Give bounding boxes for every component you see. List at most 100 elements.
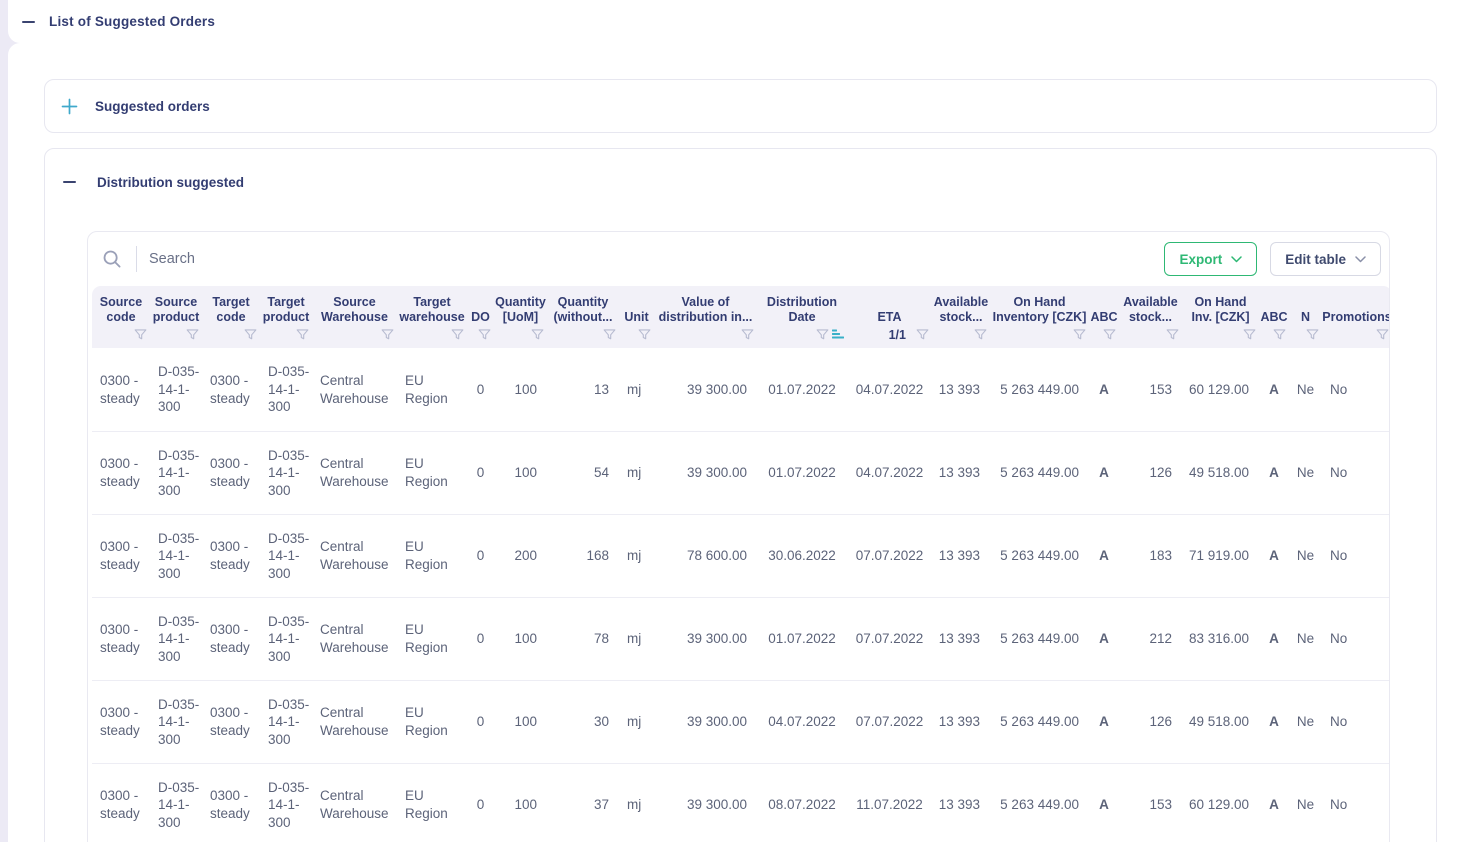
data-grid: Export Edit table Source codeSource prod… xyxy=(87,231,1390,842)
table-cell: 0300 - steady xyxy=(92,514,150,597)
column-header-label: Quantity (without... xyxy=(547,286,619,324)
column-header[interactable]: Quantity [UoM] xyxy=(494,286,547,348)
table-cell: D-035-14-1-300 xyxy=(260,514,312,597)
column-header[interactable]: N xyxy=(1289,286,1322,348)
search-icon xyxy=(102,249,122,269)
filter-icon[interactable] xyxy=(1103,329,1116,341)
table-cell: Ne xyxy=(1289,763,1322,842)
table-cell: 5 263 449.00 xyxy=(990,348,1089,431)
filter-icon[interactable] xyxy=(531,329,544,341)
column-header-label: Target product xyxy=(260,286,312,324)
divider xyxy=(136,246,137,272)
table-cell: 0300 - steady xyxy=(92,597,150,680)
table-cell: 0 xyxy=(467,431,494,514)
column-header[interactable]: ABC xyxy=(1089,286,1119,348)
column-header[interactable]: ABC xyxy=(1259,286,1289,348)
table-row[interactable]: 0300 - steadyD-035-14-1-3000300 - steady… xyxy=(92,431,1390,514)
column-header[interactable]: Quantity (without... xyxy=(547,286,619,348)
table-cell: mj xyxy=(619,431,654,514)
column-header-label: Promotions xyxy=(1322,286,1390,324)
filter-icon[interactable] xyxy=(244,329,257,341)
table-cell: 13 xyxy=(547,348,619,431)
table-cell: D-035-14-1-300 xyxy=(260,763,312,842)
filter-icon[interactable] xyxy=(381,329,394,341)
filter-icon[interactable] xyxy=(134,329,147,341)
table-cell: A xyxy=(1259,680,1289,763)
table-cell: Central Warehouse xyxy=(312,514,397,597)
table-cell: 04.07.2022 xyxy=(847,348,932,431)
table-cell: mj xyxy=(619,680,654,763)
filter-icon[interactable] xyxy=(1243,329,1256,341)
edit-table-button[interactable]: Edit table xyxy=(1270,242,1381,276)
export-button[interactable]: Export xyxy=(1164,242,1257,276)
filter-icon[interactable] xyxy=(603,329,616,341)
filter-icon[interactable] xyxy=(1306,329,1319,341)
table-cell: D-035-14-1-300 xyxy=(260,680,312,763)
column-header[interactable]: Promotions xyxy=(1322,286,1390,348)
table-row[interactable]: 0300 - steadyD-035-14-1-3000300 - steady… xyxy=(92,514,1390,597)
filter-icon[interactable] xyxy=(296,329,309,341)
column-header[interactable]: Value of distribution in... xyxy=(654,286,757,348)
distribution-suggested-card: Distribution suggested Export xyxy=(44,148,1437,842)
filter-icon[interactable] xyxy=(974,329,987,341)
expand-suggested-orders-button[interactable] xyxy=(58,95,80,117)
table-row[interactable]: 0300 - steadyD-035-14-1-3000300 - steady… xyxy=(92,680,1390,763)
table-row[interactable]: 0300 - steadyD-035-14-1-3000300 - steady… xyxy=(92,348,1390,431)
table-cell: mj xyxy=(619,763,654,842)
table-cell: EU Region xyxy=(397,680,467,763)
table-cell: 126 xyxy=(1119,431,1182,514)
filter-icon[interactable] xyxy=(916,329,929,341)
column-header[interactable]: DO xyxy=(467,286,494,348)
filter-icon[interactable] xyxy=(1273,329,1286,341)
column-header[interactable]: Source product xyxy=(150,286,202,348)
chevron-down-icon xyxy=(1231,256,1242,263)
column-header[interactable]: Target warehouse xyxy=(397,286,467,348)
column-header[interactable]: Target product xyxy=(260,286,312,348)
column-header[interactable]: On Hand Inv. [CZK] xyxy=(1182,286,1259,348)
column-header[interactable]: Distribution Date xyxy=(757,286,847,348)
table-row[interactable]: 0300 - steadyD-035-14-1-3000300 - steady… xyxy=(92,597,1390,680)
table-cell: 78 xyxy=(547,597,619,680)
collapse-list-button[interactable] xyxy=(17,11,39,33)
table-cell: 0300 - steady xyxy=(92,680,150,763)
column-header[interactable]: Available stock... xyxy=(1119,286,1182,348)
search-input[interactable] xyxy=(149,251,469,267)
filter-icon[interactable] xyxy=(1376,329,1389,341)
filter-icon[interactable] xyxy=(186,329,199,341)
chevron-down-icon xyxy=(1355,256,1366,263)
table-cell: mj xyxy=(619,597,654,680)
table-cell: 13 393 xyxy=(932,763,990,842)
column-header[interactable]: On Hand Inventory [CZK] xyxy=(990,286,1089,348)
export-button-label: Export xyxy=(1179,252,1222,267)
filter-icon[interactable] xyxy=(741,329,754,341)
plus-icon xyxy=(61,98,78,115)
filter-icon[interactable] xyxy=(478,329,491,341)
table-cell: 01.07.2022 xyxy=(757,431,847,514)
column-header[interactable]: Unit xyxy=(619,286,654,348)
table-cell: A xyxy=(1089,514,1119,597)
suggested-orders-panel: Suggested orders Distribution suggested xyxy=(8,43,1466,842)
table-cell: 5 263 449.00 xyxy=(990,680,1089,763)
filter-icon[interactable] xyxy=(1166,329,1179,341)
table-cell: 13 393 xyxy=(932,431,990,514)
column-header[interactable]: Source code xyxy=(92,286,150,348)
filter-icon[interactable] xyxy=(816,329,829,341)
table-row[interactable]: 0300 - steadyD-035-14-1-3000300 - steady… xyxy=(92,763,1390,842)
filter-icon[interactable] xyxy=(451,329,464,341)
column-header[interactable]: ETA1/1 xyxy=(847,286,932,348)
column-header[interactable]: Target code xyxy=(202,286,260,348)
table-cell: 200 xyxy=(494,514,547,597)
sort-ascending-icon[interactable] xyxy=(832,329,844,340)
table-cell: 5 263 449.00 xyxy=(990,514,1089,597)
filter-icon[interactable] xyxy=(1073,329,1086,341)
table-cell: 13 393 xyxy=(932,680,990,763)
table-cell: D-035-14-1-300 xyxy=(260,597,312,680)
collapse-distribution-button[interactable] xyxy=(58,171,80,193)
column-header[interactable]: Available stock... xyxy=(932,286,990,348)
filter-icon[interactable] xyxy=(638,329,651,341)
column-header[interactable]: Source Warehouse xyxy=(312,286,397,348)
table-cell: 0 xyxy=(467,348,494,431)
table-cell: A xyxy=(1259,514,1289,597)
table-cell: D-035-14-1-300 xyxy=(150,431,202,514)
table-cell: 39 300.00 xyxy=(654,597,757,680)
